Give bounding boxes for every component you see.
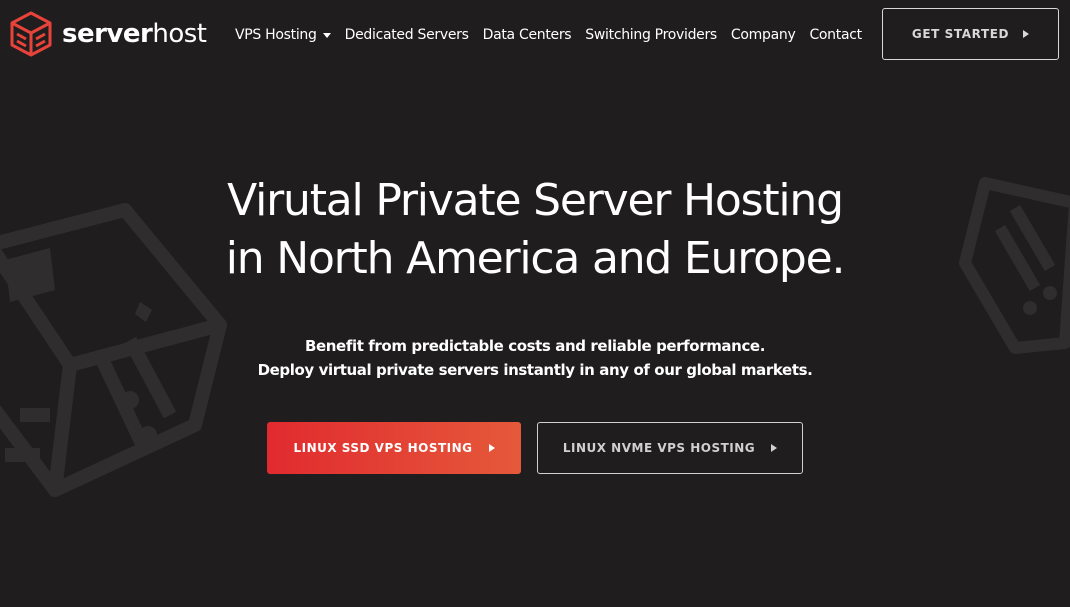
play-arrow-icon	[488, 444, 495, 452]
brand-name-light: host	[152, 19, 207, 49]
linux-nvme-vps-hosting-button[interactable]: LINUX NVME VPS HOSTING	[537, 422, 803, 474]
brand-name-bold: server	[62, 19, 153, 49]
nav-item-label: Data Centers	[482, 27, 572, 43]
nav-item-dedicated-servers[interactable]: Dedicated Servers	[338, 27, 476, 43]
secondary-button-label: LINUX NVME VPS HOSTING	[562, 441, 756, 455]
hero-subtitle: Benefit from predictable costs and relia…	[0, 334, 1070, 382]
main-navigation: VPS Hosting Dedicated Servers Data Cente…	[228, 22, 869, 48]
nav-item-label: Dedicated Servers	[344, 27, 469, 43]
chevron-down-icon	[322, 32, 331, 38]
hero-subtitle-line-1: Benefit from predictable costs and relia…	[304, 337, 766, 355]
logo-cube-icon	[10, 11, 52, 57]
brand-logo[interactable]: serverhost	[9, 10, 207, 58]
play-arrow-icon	[1023, 30, 1030, 38]
nav-item-vps-hosting[interactable]: VPS Hosting	[228, 27, 338, 43]
brand-name: serverhost	[62, 19, 207, 49]
nav-item-company[interactable]: Company	[724, 27, 803, 43]
nav-item-label: VPS Hosting	[235, 27, 317, 43]
get-started-button[interactable]: GET STARTED	[882, 8, 1059, 60]
nav-item-contact[interactable]: Contact	[802, 27, 868, 43]
nav-item-switching-providers[interactable]: Switching Providers	[578, 27, 724, 43]
primary-button-label: LINUX SSD VPS HOSTING	[293, 441, 473, 455]
hero-title-line-2: in North America and Europe.	[225, 233, 846, 284]
nav-item-label: Contact	[809, 27, 862, 43]
hero-title: Virutal Private Server Hosting in North …	[0, 172, 1070, 288]
site-header: serverhost VPS Hosting Dedicated Servers…	[0, 0, 1070, 70]
linux-ssd-vps-hosting-button[interactable]: LINUX SSD VPS HOSTING	[267, 422, 521, 474]
nav-item-data-centers[interactable]: Data Centers	[476, 27, 579, 43]
hero-title-line-1: Virutal Private Server Hosting	[227, 175, 844, 226]
nav-item-label: Switching Providers	[585, 27, 717, 43]
play-arrow-icon	[771, 444, 778, 452]
nav-item-label: Company	[730, 27, 796, 43]
hero-subtitle-line-2: Deploy virtual private servers instantly…	[257, 361, 813, 379]
get-started-label: GET STARTED	[911, 27, 1010, 41]
